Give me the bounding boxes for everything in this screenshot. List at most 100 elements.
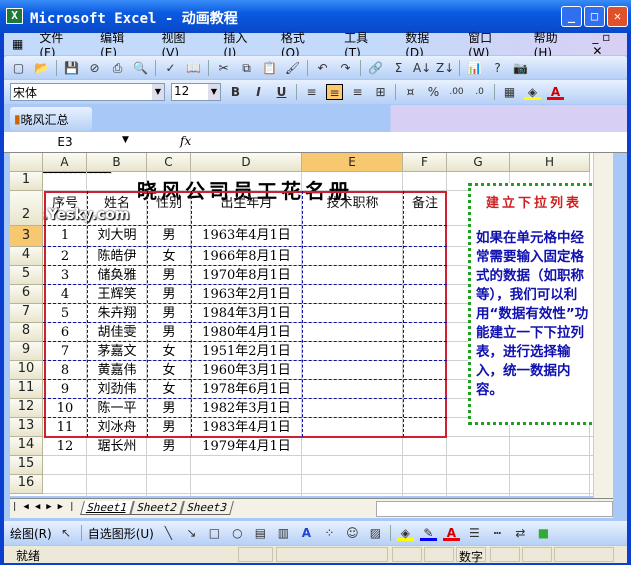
fx-icon[interactable]: fx bbox=[180, 134, 191, 148]
menu-item[interactable]: 窗口(W) bbox=[460, 29, 519, 60]
chevron-down-icon[interactable]: ▼ bbox=[152, 84, 164, 100]
table-cell[interactable]: 1980年4月1日 bbox=[191, 324, 302, 343]
help-icon[interactable]: ? bbox=[489, 60, 506, 76]
permission-icon[interactable]: ⊘ bbox=[86, 60, 103, 76]
copy-icon[interactable]: ⧉ bbox=[238, 60, 255, 76]
note-textbox[interactable]: 建立下拉列表 如果在单元格中经常需要输入固定格式的数据（如职称等），我们可以利用“… bbox=[468, 183, 593, 425]
name-box[interactable]: E3 bbox=[10, 133, 120, 151]
sheet-tab-sheet1[interactable]: Sheet1 bbox=[80, 501, 134, 515]
font-color-icon[interactable]: A bbox=[442, 525, 460, 541]
table-cell[interactable]: 8 bbox=[43, 362, 87, 381]
row-header-9[interactable]: 9 bbox=[10, 342, 43, 361]
table-cell[interactable]: 男 bbox=[147, 286, 191, 305]
column-header-D[interactable]: D bbox=[191, 153, 302, 172]
table-cell[interactable]: 男 bbox=[147, 324, 191, 343]
table-cell[interactable]: 男 bbox=[147, 400, 191, 419]
cut-icon[interactable]: ✂ bbox=[215, 60, 232, 76]
minimize-button[interactable]: _ bbox=[561, 6, 582, 27]
close-button[interactable]: ✕ bbox=[607, 6, 628, 27]
table-cell[interactable]: 1979年4月1日 bbox=[191, 438, 302, 457]
table-cell[interactable]: 5 bbox=[43, 305, 87, 324]
column-header-B[interactable]: B bbox=[87, 153, 147, 172]
hyperlink-icon[interactable]: 🔗 bbox=[367, 60, 384, 76]
menu-item[interactable]: 编辑(E) bbox=[92, 29, 147, 60]
table-cell[interactable]: 1970年8月1日 bbox=[191, 267, 302, 286]
row-header-6[interactable]: 6 bbox=[10, 285, 43, 304]
menu-item[interactable]: 帮助(H) bbox=[526, 29, 583, 60]
table-cell[interactable]: 2 bbox=[43, 248, 87, 267]
table-cell[interactable]: 9 bbox=[43, 381, 87, 400]
summary-button[interactable]: 晓风汇总 bbox=[21, 111, 69, 128]
table-cell[interactable]: 男 bbox=[147, 305, 191, 324]
table-cell[interactable]: 茅嘉文 bbox=[87, 343, 147, 362]
chart-wizard-icon[interactable]: 📊 bbox=[466, 60, 483, 76]
italic-button[interactable]: I bbox=[250, 84, 267, 100]
table-cell[interactable]: 男 bbox=[147, 438, 191, 457]
merge-center-icon[interactable]: ⊞ bbox=[372, 84, 389, 100]
menu-item[interactable]: 数据(D) bbox=[397, 29, 454, 60]
underline-button[interactable]: U bbox=[273, 84, 290, 100]
clipart-icon[interactable]: ☺ bbox=[344, 525, 361, 541]
column-header-F[interactable]: F bbox=[403, 153, 447, 172]
picture-icon[interactable]: ▨ bbox=[367, 525, 384, 541]
table-cell[interactable]: 1963年4月1日 bbox=[191, 227, 302, 246]
open-icon[interactable]: 📂 bbox=[33, 60, 50, 76]
autoshapes-button[interactable]: 自选图形(U) bbox=[88, 525, 154, 542]
textbox-icon[interactable]: ▤ bbox=[252, 525, 269, 541]
menu-item[interactable]: 视图(V) bbox=[153, 29, 209, 60]
font-color-icon[interactable]: A bbox=[547, 84, 564, 100]
borders-icon[interactable]: ▦ bbox=[501, 84, 518, 100]
sort-asc-icon[interactable]: A↓ bbox=[413, 60, 431, 76]
column-header-H[interactable]: H bbox=[510, 153, 590, 172]
table-cell[interactable]: 1 bbox=[43, 227, 87, 246]
column-header-G[interactable]: G bbox=[447, 153, 510, 172]
oval-icon[interactable]: ○ bbox=[229, 525, 246, 541]
redo-icon[interactable]: ↷ bbox=[337, 60, 354, 76]
table-cell[interactable]: 朱卉翔 bbox=[87, 305, 147, 324]
chevron-down-icon[interactable]: ▼ bbox=[122, 135, 129, 145]
table-cell[interactable]: 1960年3月1日 bbox=[191, 362, 302, 381]
table-cell[interactable]: 1984年3月1日 bbox=[191, 305, 302, 324]
vertical-scrollbar[interactable] bbox=[593, 153, 613, 498]
column-header-E[interactable]: E bbox=[302, 153, 403, 172]
table-cell[interactable]: 1982年3月1日 bbox=[191, 400, 302, 419]
sheet-tab-sheet2[interactable]: Sheet2 bbox=[129, 501, 184, 515]
table-cell[interactable]: 6 bbox=[43, 324, 87, 343]
autosum-icon[interactable]: Σ bbox=[390, 60, 407, 76]
line-style-icon[interactable]: ☰ bbox=[466, 525, 483, 541]
table-cell[interactable]: 男 bbox=[147, 267, 191, 286]
table-cell[interactable]: 4 bbox=[43, 286, 87, 305]
shadow-icon[interactable]: ■ bbox=[535, 525, 552, 541]
sheet-tab-sheet3[interactable]: Sheet3 bbox=[179, 501, 234, 515]
row-header-14[interactable]: 14 bbox=[10, 437, 43, 456]
wordart-icon[interactable]: A bbox=[298, 525, 315, 541]
table-cell[interactable]: 刘劲伟 bbox=[87, 381, 147, 400]
print-icon[interactable]: ⎙ bbox=[109, 60, 126, 76]
fill-color-icon[interactable]: ◈ bbox=[524, 84, 541, 100]
align-left-icon[interactable]: ≡ bbox=[303, 84, 320, 100]
column-header-C[interactable]: C bbox=[147, 153, 191, 172]
row-header-3[interactable]: 3 bbox=[10, 226, 43, 247]
table-cell[interactable]: 黄嘉伟 bbox=[87, 362, 147, 381]
table-cell[interactable]: 1963年2月1日 bbox=[191, 286, 302, 305]
table-cell[interactable]: 1951年2月1日 bbox=[191, 343, 302, 362]
paste-icon[interactable]: 📋 bbox=[261, 60, 278, 76]
table-cell[interactable]: 刘大明 bbox=[87, 227, 147, 246]
increase-decimal-icon[interactable]: .00 bbox=[448, 84, 465, 100]
table-cell[interactable]: 陈一平 bbox=[87, 400, 147, 419]
undo-icon[interactable]: ↶ bbox=[314, 60, 331, 76]
table-cell[interactable]: 12 bbox=[43, 438, 87, 457]
table-cell[interactable]: 男 bbox=[147, 227, 191, 246]
camera-icon[interactable]: 📷 bbox=[512, 60, 529, 76]
line-color-icon[interactable]: ✎ bbox=[419, 525, 437, 541]
row-header-1[interactable]: 1 bbox=[10, 172, 43, 191]
menu-item[interactable]: 工具(T) bbox=[336, 29, 391, 60]
sheet-nav-arrows[interactable]: |◀◀▶▶| bbox=[12, 502, 81, 512]
table-cell[interactable]: 11 bbox=[43, 419, 87, 438]
column-header-A[interactable]: A bbox=[43, 153, 87, 172]
row-header-13[interactable]: 13 bbox=[10, 418, 43, 437]
row-header-2[interactable]: 2 bbox=[10, 191, 43, 226]
table-cell[interactable]: 女 bbox=[147, 362, 191, 381]
row-header-7[interactable]: 7 bbox=[10, 304, 43, 323]
dash-style-icon[interactable]: ┅ bbox=[489, 525, 506, 541]
